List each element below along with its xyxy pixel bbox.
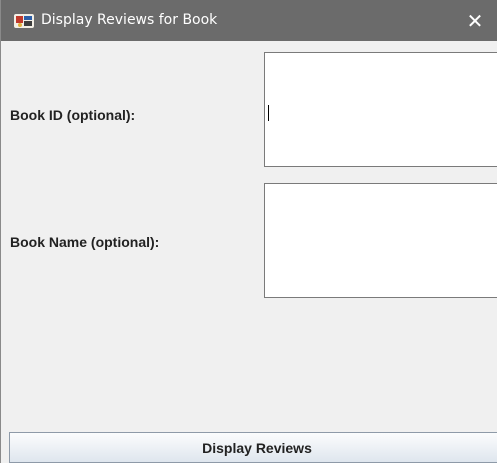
book-id-label: Book ID (optional): — [10, 107, 136, 123]
display-reviews-button[interactable]: Display Reviews — [9, 432, 497, 463]
book-id-field[interactable] — [264, 52, 497, 167]
java-app-icon — [14, 12, 34, 30]
close-button[interactable]: ✕ — [452, 0, 497, 41]
window-title: Display Reviews for Book — [41, 12, 218, 28]
form-panel: Book ID (optional): Book Name (optional)… — [1, 41, 497, 463]
display-reviews-window: Display Reviews for Book ✕ Book ID (opti… — [0, 0, 497, 463]
text-caret — [268, 105, 269, 121]
close-icon[interactable]: ✕ — [467, 9, 484, 33]
book-name-field[interactable] — [264, 183, 497, 298]
title-bar[interactable]: Display Reviews for Book ✕ — [1, 0, 497, 41]
book-name-label: Book Name (optional): — [10, 234, 160, 250]
